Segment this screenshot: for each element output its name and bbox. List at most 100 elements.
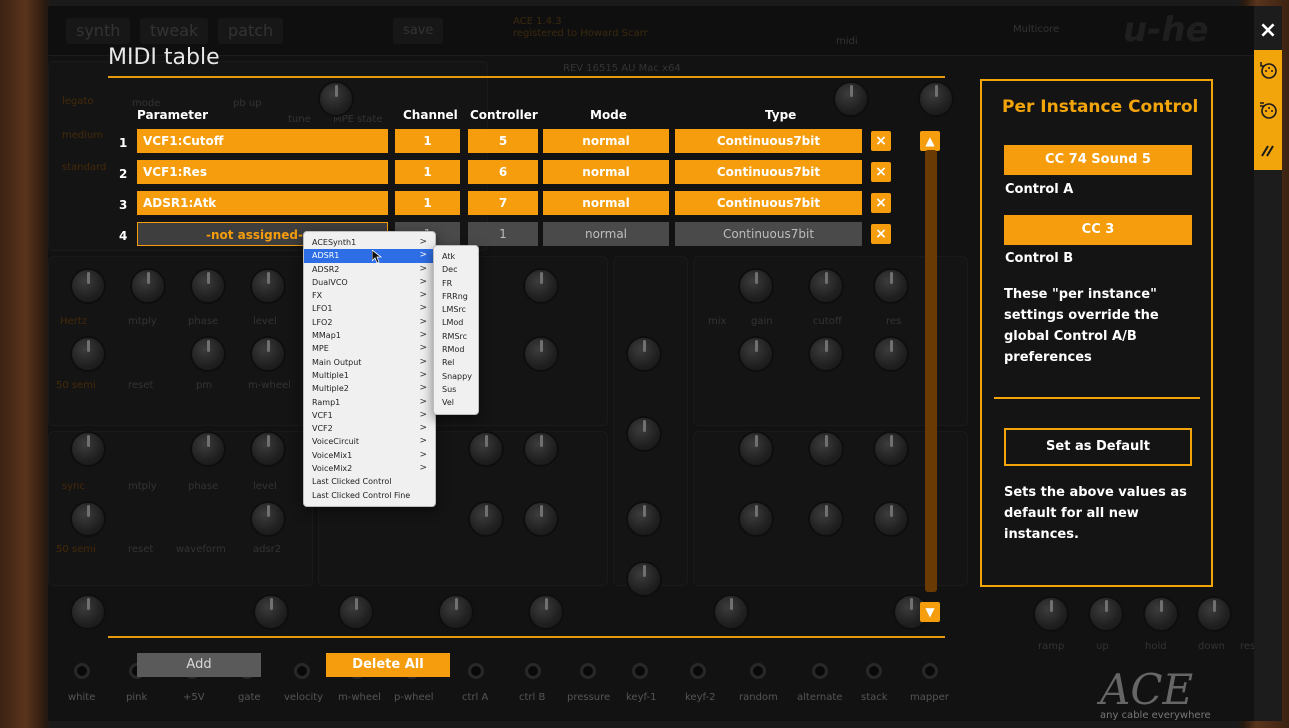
- menu-item[interactable]: VoiceMix2 >: [304, 462, 435, 475]
- control-b-selector[interactable]: CC 3: [1004, 215, 1192, 245]
- menu-item-label: VoiceMix1: [312, 450, 353, 460]
- menu-item[interactable]: Multiple2 >: [304, 382, 435, 395]
- midi-table-button[interactable]: [1254, 50, 1282, 90]
- scrollbar-track[interactable]: [925, 150, 937, 592]
- header-channel: Channel: [403, 108, 458, 122]
- submenu-item[interactable]: Atk: [434, 250, 478, 263]
- channel-field[interactable]: 1: [395, 191, 460, 215]
- set-default-description: Sets the above values as default for all…: [1004, 485, 1187, 542]
- delete-row-button[interactable]: ×: [871, 162, 891, 182]
- chevron-right-icon: >: [419, 330, 427, 341]
- type-field[interactable]: Continuous7bit: [675, 222, 862, 246]
- menu-item-label: LFO1: [312, 304, 333, 314]
- submenu-item[interactable]: LMSrc: [434, 303, 478, 316]
- chevron-right-icon: >: [419, 290, 427, 301]
- menu-item-label: Last Clicked Control Fine: [312, 490, 411, 500]
- mode-field[interactable]: normal: [543, 191, 669, 215]
- menu-item[interactable]: Ramp1 >: [304, 396, 435, 409]
- channel-field[interactable]: 1: [395, 129, 460, 153]
- type-field[interactable]: Continuous7bit: [675, 160, 862, 184]
- close-button[interactable]: ×: [1254, 10, 1282, 50]
- chevron-right-icon: >: [419, 463, 427, 474]
- delete-row-button[interactable]: ×: [871, 224, 891, 244]
- control-a-selector[interactable]: CC 74 Sound 5: [1004, 145, 1192, 175]
- mode-field[interactable]: normal: [543, 160, 669, 184]
- submenu-item[interactable]: Rel: [434, 356, 478, 369]
- chevron-up-icon: ▲: [925, 134, 935, 148]
- parameter-field[interactable]: VCF1:Cutoff: [137, 129, 388, 153]
- type-field[interactable]: Continuous7bit: [675, 191, 862, 215]
- menu-item[interactable]: VCF2 >: [304, 422, 435, 435]
- chevron-right-icon: >: [419, 250, 427, 261]
- submenu-item[interactable]: RMod: [434, 343, 478, 356]
- submenu-item[interactable]: Snappy: [434, 370, 478, 383]
- scroll-down-button[interactable]: ▼: [920, 602, 940, 622]
- menu-item-label: VoiceCircuit: [312, 437, 360, 447]
- menu-item-label: MPE: [312, 344, 329, 354]
- menu-item[interactable]: MPE >: [304, 342, 435, 355]
- row-number: 4: [119, 229, 128, 243]
- ace-logo: ACE: [1100, 665, 1194, 714]
- mode-field[interactable]: normal: [543, 222, 669, 246]
- menu-item[interactable]: VCF1 >: [304, 409, 435, 422]
- title-divider: [108, 76, 945, 78]
- chevron-right-icon: >: [419, 396, 427, 407]
- menu-item-label: LFO2: [312, 317, 333, 327]
- delete-row-button[interactable]: ×: [871, 131, 891, 151]
- scroll-up-button[interactable]: ▲: [920, 131, 940, 151]
- channel-field[interactable]: 1: [395, 160, 460, 184]
- menu-item[interactable]: Last Clicked Control Fine: [304, 489, 435, 502]
- header-parameter: Parameter: [137, 108, 209, 122]
- row-number: 2: [119, 167, 128, 181]
- submenu-item[interactable]: Dec: [434, 263, 478, 276]
- tools-icon: [1261, 145, 1274, 157]
- app-window: synth tweak patch save ACE 1.4.3 registe…: [0, 0, 1289, 728]
- menu-item-label: VoiceMix2: [312, 464, 353, 474]
- controller-field[interactable]: 1: [468, 222, 538, 246]
- parameter-field[interactable]: VCF1:Res: [137, 160, 388, 184]
- chevron-right-icon: >: [419, 436, 427, 447]
- menu-item-label: MMap1: [312, 331, 341, 341]
- menu-item[interactable]: VoiceCircuit >: [304, 435, 435, 448]
- menu-item[interactable]: ADSR2 >: [304, 263, 435, 276]
- menu-item[interactable]: VoiceMix1 >: [304, 449, 435, 462]
- midi-connector-icon: [1260, 62, 1277, 79]
- tools-button[interactable]: [1254, 130, 1282, 170]
- menu-item[interactable]: MMap1 >: [304, 329, 435, 342]
- chevron-right-icon: >: [419, 303, 427, 314]
- submenu-item[interactable]: RMSrc: [434, 330, 478, 343]
- controller-field[interactable]: 5: [468, 129, 538, 153]
- menu-item-label: Multiple1: [312, 370, 349, 380]
- add-button[interactable]: Add: [137, 653, 261, 677]
- controller-field[interactable]: 7: [468, 191, 538, 215]
- submenu-item[interactable]: Sus: [434, 383, 478, 396]
- submenu-item[interactable]: FRRng: [434, 290, 478, 303]
- submenu-item[interactable]: LMod: [434, 316, 478, 329]
- per-instance-description: These "per instance" settings override t…: [1004, 287, 1159, 365]
- controller-field[interactable]: 6: [468, 160, 538, 184]
- midi-learn-button[interactable]: [1254, 90, 1282, 130]
- menu-item[interactable]: Main Output >: [304, 356, 435, 369]
- menu-item[interactable]: FX >: [304, 289, 435, 302]
- parameter-field[interactable]: ADSR1:Atk: [137, 191, 388, 215]
- type-field[interactable]: Continuous7bit: [675, 129, 862, 153]
- menu-item-label: VCF2: [312, 424, 333, 434]
- menu-item[interactable]: ACESynth1 >: [304, 236, 435, 249]
- menu-item[interactable]: DualVCO >: [304, 276, 435, 289]
- delete-row-button[interactable]: ×: [871, 193, 891, 213]
- chevron-right-icon: >: [419, 343, 427, 354]
- delete-all-button[interactable]: Delete All: [326, 653, 450, 677]
- menu-item[interactable]: ADSR1 >: [304, 249, 435, 263]
- menu-item[interactable]: LFO2 >: [304, 316, 435, 329]
- ace-logo-tagline: any cable everywhere: [1100, 710, 1211, 721]
- menu-item[interactable]: LFO1 >: [304, 302, 435, 315]
- header-type: Type: [765, 108, 797, 122]
- set-as-default-button[interactable]: Set as Default: [1004, 428, 1192, 466]
- menu-item[interactable]: Last Clicked Control: [304, 475, 435, 488]
- chevron-right-icon: >: [419, 369, 427, 380]
- mode-field[interactable]: normal: [543, 129, 669, 153]
- submenu-item[interactable]: Vel: [434, 396, 478, 409]
- submenu-item[interactable]: FR: [434, 277, 478, 290]
- parameter-module-menu: ACESynth1 > ADSR1 > ADSR2 > DualVCO > FX > LFO1 > LF…: [303, 231, 436, 507]
- menu-item[interactable]: Multiple1 >: [304, 369, 435, 382]
